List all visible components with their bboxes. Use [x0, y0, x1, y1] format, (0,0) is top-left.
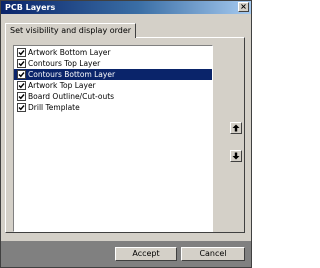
layer-label: Drill Template	[28, 103, 80, 112]
close-button[interactable]: ×	[238, 2, 249, 12]
checkmark-icon	[18, 105, 25, 111]
layer-item[interactable]: Artwork Bottom Layer	[14, 47, 212, 58]
layer-label: Artwork Bottom Layer	[28, 48, 111, 57]
layer-item-selected[interactable]: Contours Bottom Layer	[14, 69, 212, 80]
layer-label: Contours Top Layer	[28, 59, 101, 68]
checkmark-icon	[18, 61, 25, 67]
accept-button[interactable]: Accept	[115, 247, 177, 261]
layer-label: Artwork Top Layer	[28, 81, 96, 90]
checkmark-icon	[18, 72, 25, 78]
close-icon: ×	[240, 2, 247, 11]
layer-label: Board Outline/Cut-outs	[28, 92, 115, 101]
layer-item[interactable]: Drill Template	[14, 102, 212, 113]
title-bar[interactable]: PCB Layers ×	[1, 1, 251, 14]
move-up-button[interactable]	[230, 122, 242, 134]
layer-list[interactable]: Artwork Bottom Layer Contours Top Layer …	[13, 45, 213, 232]
layer-label: Contours Bottom Layer	[28, 70, 116, 79]
window-title: PCB Layers	[5, 3, 56, 12]
arrow-up-icon	[232, 124, 240, 132]
layer-checkbox[interactable]	[17, 59, 26, 68]
layer-checkbox[interactable]	[17, 70, 26, 79]
cancel-button[interactable]: Cancel	[181, 247, 245, 261]
checkmark-icon	[18, 83, 25, 89]
arrow-down-icon	[232, 152, 240, 160]
tab-visibility-order[interactable]: Set visibility and display order	[5, 23, 137, 38]
layer-item[interactable]: Board Outline/Cut-outs	[14, 91, 212, 102]
layer-checkbox[interactable]	[17, 48, 26, 57]
checkmark-icon	[18, 50, 25, 56]
layer-checkbox[interactable]	[17, 103, 26, 112]
layer-checkbox[interactable]	[17, 81, 26, 90]
layer-checkbox[interactable]	[17, 92, 26, 101]
move-down-button[interactable]	[230, 150, 242, 162]
layer-item[interactable]: Contours Top Layer	[14, 58, 212, 69]
layer-item[interactable]: Artwork Top Layer	[14, 80, 212, 91]
pcb-layers-dialog: PCB Layers × Set visibility and display …	[0, 0, 252, 268]
checkmark-icon	[18, 94, 25, 100]
